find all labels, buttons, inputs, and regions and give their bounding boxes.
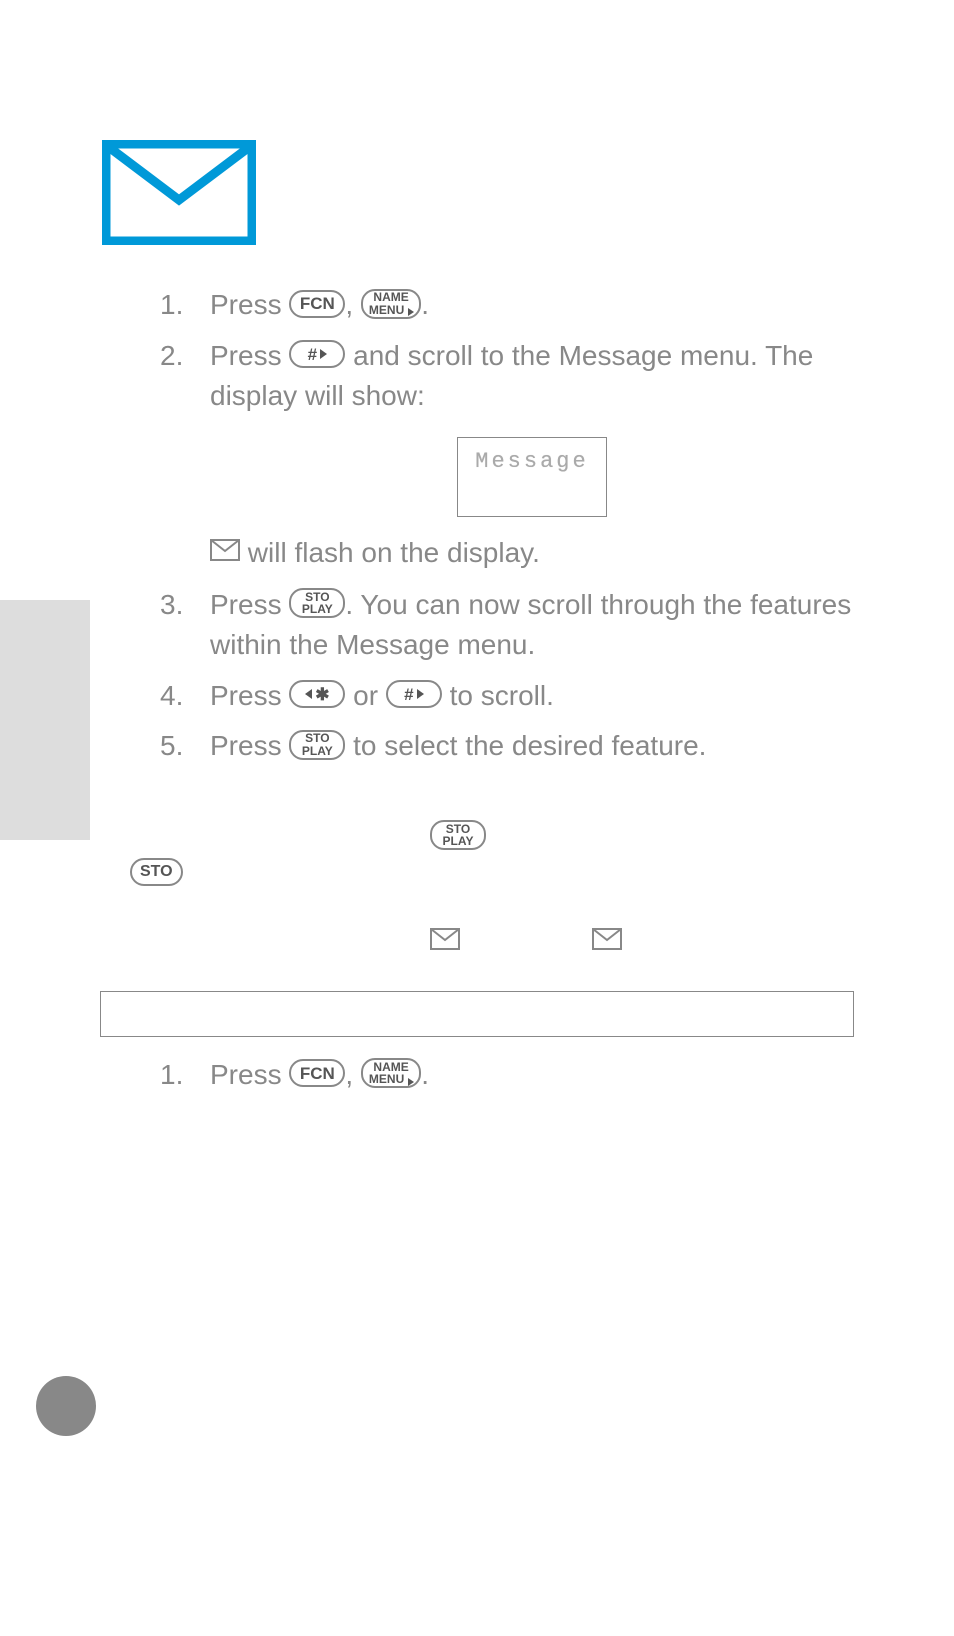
step-item: 5.Press STOPLAY to select the desired fe… (160, 726, 854, 767)
step-text: Press ✱ or # to scroll. (210, 676, 854, 717)
step-item: 1.Press FCN, NAMEMENU. (160, 285, 854, 326)
step-text: Press # and scroll to the Message menu. … (210, 336, 854, 575)
fcn-key-icon: FCN (289, 290, 345, 318)
page-number-circle (36, 1376, 96, 1436)
step-text: Press STOPLAY to select the desired feat… (210, 726, 854, 767)
page-content: 1.Press FCN, NAMEMENU.2.Press # and scro… (0, 0, 954, 1095)
step-text: Press STOPLAY. You can now scroll throug… (210, 585, 854, 666)
sto-play-key-icon: STOPLAY (289, 588, 345, 618)
step-number: 4. (160, 676, 210, 717)
steps-list-lower: 1.Press FCN, NAMEMENU. (160, 1055, 854, 1096)
step-number: 1. (160, 285, 210, 326)
page-tab-edge (0, 600, 90, 840)
fcn-key-icon: FCN (289, 1059, 345, 1087)
step-number: 5. (160, 726, 210, 767)
envelope-icon (210, 532, 240, 573)
envelope-icon (592, 928, 622, 959)
sto-play-key-icon: STOPLAY (289, 730, 345, 760)
name-menu-key-icon: NAMEMENU (361, 1058, 421, 1088)
step-text: Press FCN, NAMEMENU. (210, 285, 854, 326)
step-number: 3. (160, 585, 210, 666)
note-section: STOPLAY STO (100, 817, 854, 961)
hash-right-key-icon: # (289, 340, 345, 368)
name-menu-key-icon: NAMEMENU (361, 289, 421, 319)
phone-display: Message (457, 437, 607, 517)
step-text: Press FCN, NAMEMENU. (210, 1055, 854, 1096)
sto-play-key-icon: STOPLAY (430, 820, 486, 850)
step-number: 2. (160, 336, 210, 575)
step-number: 1. (160, 1055, 210, 1096)
hash-right-key-icon: # (386, 680, 442, 708)
sto-key-icon: STO (130, 858, 183, 886)
step-item: 4.Press ✱ or # to scroll. (160, 676, 854, 717)
step-item: 1.Press FCN, NAMEMENU. (160, 1055, 854, 1096)
message-icon-large (102, 140, 854, 245)
step-item: 3.Press STOPLAY. You can now scroll thro… (160, 585, 854, 666)
left-star-key-icon: ✱ (289, 680, 345, 708)
step-item: 2.Press # and scroll to the Message menu… (160, 336, 854, 575)
step-note: will flash on the display. (210, 533, 854, 575)
envelope-icon (430, 928, 460, 959)
feature-box (100, 991, 854, 1037)
display-text: Message (475, 449, 588, 474)
steps-list-upper: 1.Press FCN, NAMEMENU.2.Press # and scro… (160, 285, 854, 767)
